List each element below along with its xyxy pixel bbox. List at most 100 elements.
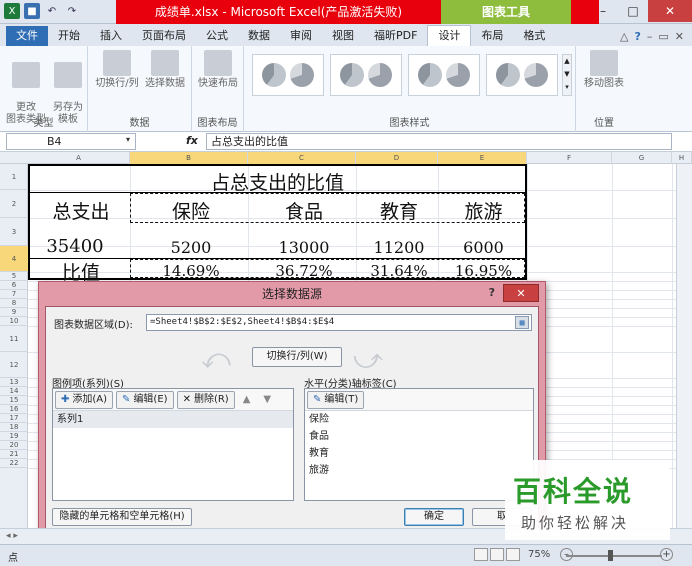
tab-home[interactable]: 开始 [48,26,90,46]
col-header-d[interactable]: D [356,152,438,164]
tab-foxit-pdf[interactable]: 福昕PDF [364,26,427,46]
doc-close-icon[interactable]: ✕ [675,30,684,43]
col-header-f[interactable]: F [527,152,612,164]
category-list-item[interactable]: 教育 [305,445,533,462]
dialog-close-button[interactable]: ✕ [503,284,539,302]
value-total[interactable]: 35400 [30,236,120,257]
tab-formulas[interactable]: 公式 [196,26,238,46]
add-series-button[interactable]: ✚ 添加(A) [55,390,114,409]
insert-function-button[interactable]: fx [186,134,198,147]
ok-button[interactable]: 确定 [404,508,464,526]
redo-icon[interactable]: ↷ [64,3,80,19]
category-list-item[interactable]: 食品 [305,428,533,445]
tab-page-layout[interactable]: 页面布局 [132,26,196,46]
tab-layout[interactable]: 布局 [471,26,513,46]
zoom-level[interactable]: 75% [528,549,550,560]
tab-format[interactable]: 格式 [513,26,555,46]
row-header[interactable]: 11 [0,326,28,352]
col-header-h[interactable]: H [672,152,692,164]
col-header-c[interactable]: C [248,152,356,164]
quick-layout-button[interactable]: 快速布局 [196,50,240,90]
name-box-dropdown-icon[interactable]: ▾ [126,135,130,144]
close-window-button[interactable]: ✕ [648,0,692,22]
name-box[interactable]: B4 [6,133,136,150]
chart-style-4[interactable] [486,54,558,96]
row-header[interactable]: 1 [0,164,28,190]
row-header[interactable]: 13 [0,378,28,387]
header-insurance[interactable]: 保险 [132,197,250,224]
help-icon[interactable]: ? [634,30,640,43]
row-header[interactable]: 14 [0,387,28,396]
excel-app-icon[interactable]: X [4,3,20,19]
range-picker-icon[interactable]: ▦ [515,316,529,329]
header-education[interactable]: 教育 [358,197,440,224]
row-header[interactable]: 18 [0,423,28,432]
doc-minimize-icon[interactable]: – [647,30,653,43]
maximize-button[interactable]: □ [618,0,648,22]
col-header-e[interactable]: E [438,152,527,164]
save-icon[interactable]: ■ [24,3,40,19]
col-header-a[interactable]: A [28,152,130,164]
ratio-education[interactable]: 31.64% [358,262,440,280]
row-header[interactable]: 20 [0,441,28,450]
tab-design[interactable]: 设计 [427,25,472,46]
remove-series-button[interactable]: ✕ 删除(R) [176,390,235,409]
doc-restore-icon[interactable]: ▭ [658,30,668,43]
table-title[interactable]: 占总支出的比值 [30,168,525,195]
row-header[interactable]: 17 [0,414,28,423]
row-header[interactable]: 8 [0,299,28,308]
col-header-g[interactable]: G [612,152,672,164]
header-travel[interactable]: 旅游 [440,197,527,224]
row-header[interactable]: 5 [0,272,28,281]
chart-style-3[interactable] [408,54,480,96]
minimize-button[interactable]: – [588,0,618,22]
dialog-help-button[interactable]: ? [489,286,495,299]
row-header[interactable]: 6 [0,281,28,290]
ratio-travel[interactable]: 16.95% [440,262,527,280]
chart-style-2[interactable] [330,54,402,96]
ratio-food[interactable]: 36.72% [250,262,358,280]
tab-data[interactable]: 数据 [238,26,280,46]
normal-view-icon[interactable] [474,548,488,561]
row-header[interactable]: 2 [0,190,28,218]
value-food[interactable]: 13000 [250,238,358,257]
row-header[interactable]: 16 [0,405,28,414]
undo-icon[interactable]: ↶ [44,3,60,19]
row-header[interactable]: 15 [0,396,28,405]
value-education[interactable]: 11200 [358,238,440,257]
category-list-item[interactable]: 旅游 [305,462,533,479]
header-total[interactable]: 总支出 [30,197,132,224]
zoom-slider[interactable] [566,555,662,557]
tab-view[interactable]: 视图 [322,26,364,46]
chart-style-1[interactable] [252,54,324,96]
ratio-insurance[interactable]: 14.69% [132,262,250,280]
category-list-item[interactable]: 保险 [305,411,533,428]
row-header[interactable]: 10 [0,317,28,326]
edit-series-button[interactable]: ✎ 编辑(E) [116,390,174,409]
page-break-view-icon[interactable] [506,548,520,561]
row-header[interactable]: 22 [0,459,28,468]
series-list-item[interactable]: 系列1 [53,411,293,428]
vertical-scrollbar[interactable] [676,164,692,532]
hidden-empty-cells-button[interactable]: 隐藏的单元格和空单元格(H) [52,508,192,526]
styles-scroll[interactable]: ▲ ▼ ▾ [562,54,572,96]
page-layout-view-icon[interactable] [490,548,504,561]
move-chart-button[interactable]: 移动图表 [582,50,626,90]
row-header[interactable]: 9 [0,308,28,317]
row-header[interactable]: 21 [0,450,28,459]
zoom-in-icon[interactable]: + [660,548,673,561]
formula-input[interactable]: 占总支出的比值 [206,133,672,150]
sheet-nav-icon[interactable]: ◂ ▸ [6,531,18,541]
switch-row-column-button[interactable]: 切换行/列 [94,50,140,90]
move-down-button[interactable]: ▼ [258,391,276,409]
select-data-button[interactable]: 选择数据 [142,50,188,90]
edit-axis-labels-button[interactable]: ✎ 编辑(T) [307,390,365,409]
row-header[interactable]: 3 [0,218,28,246]
tab-insert[interactable]: 插入 [90,26,132,46]
move-up-button[interactable]: ▲ [238,391,256,409]
switch-row-column-dialog-button[interactable]: 切换行/列(W) [252,347,342,367]
row-header[interactable]: 7 [0,290,28,299]
tab-review[interactable]: 审阅 [280,26,322,46]
row-header[interactable]: 19 [0,432,28,441]
tab-file[interactable]: 文件 [6,26,48,46]
